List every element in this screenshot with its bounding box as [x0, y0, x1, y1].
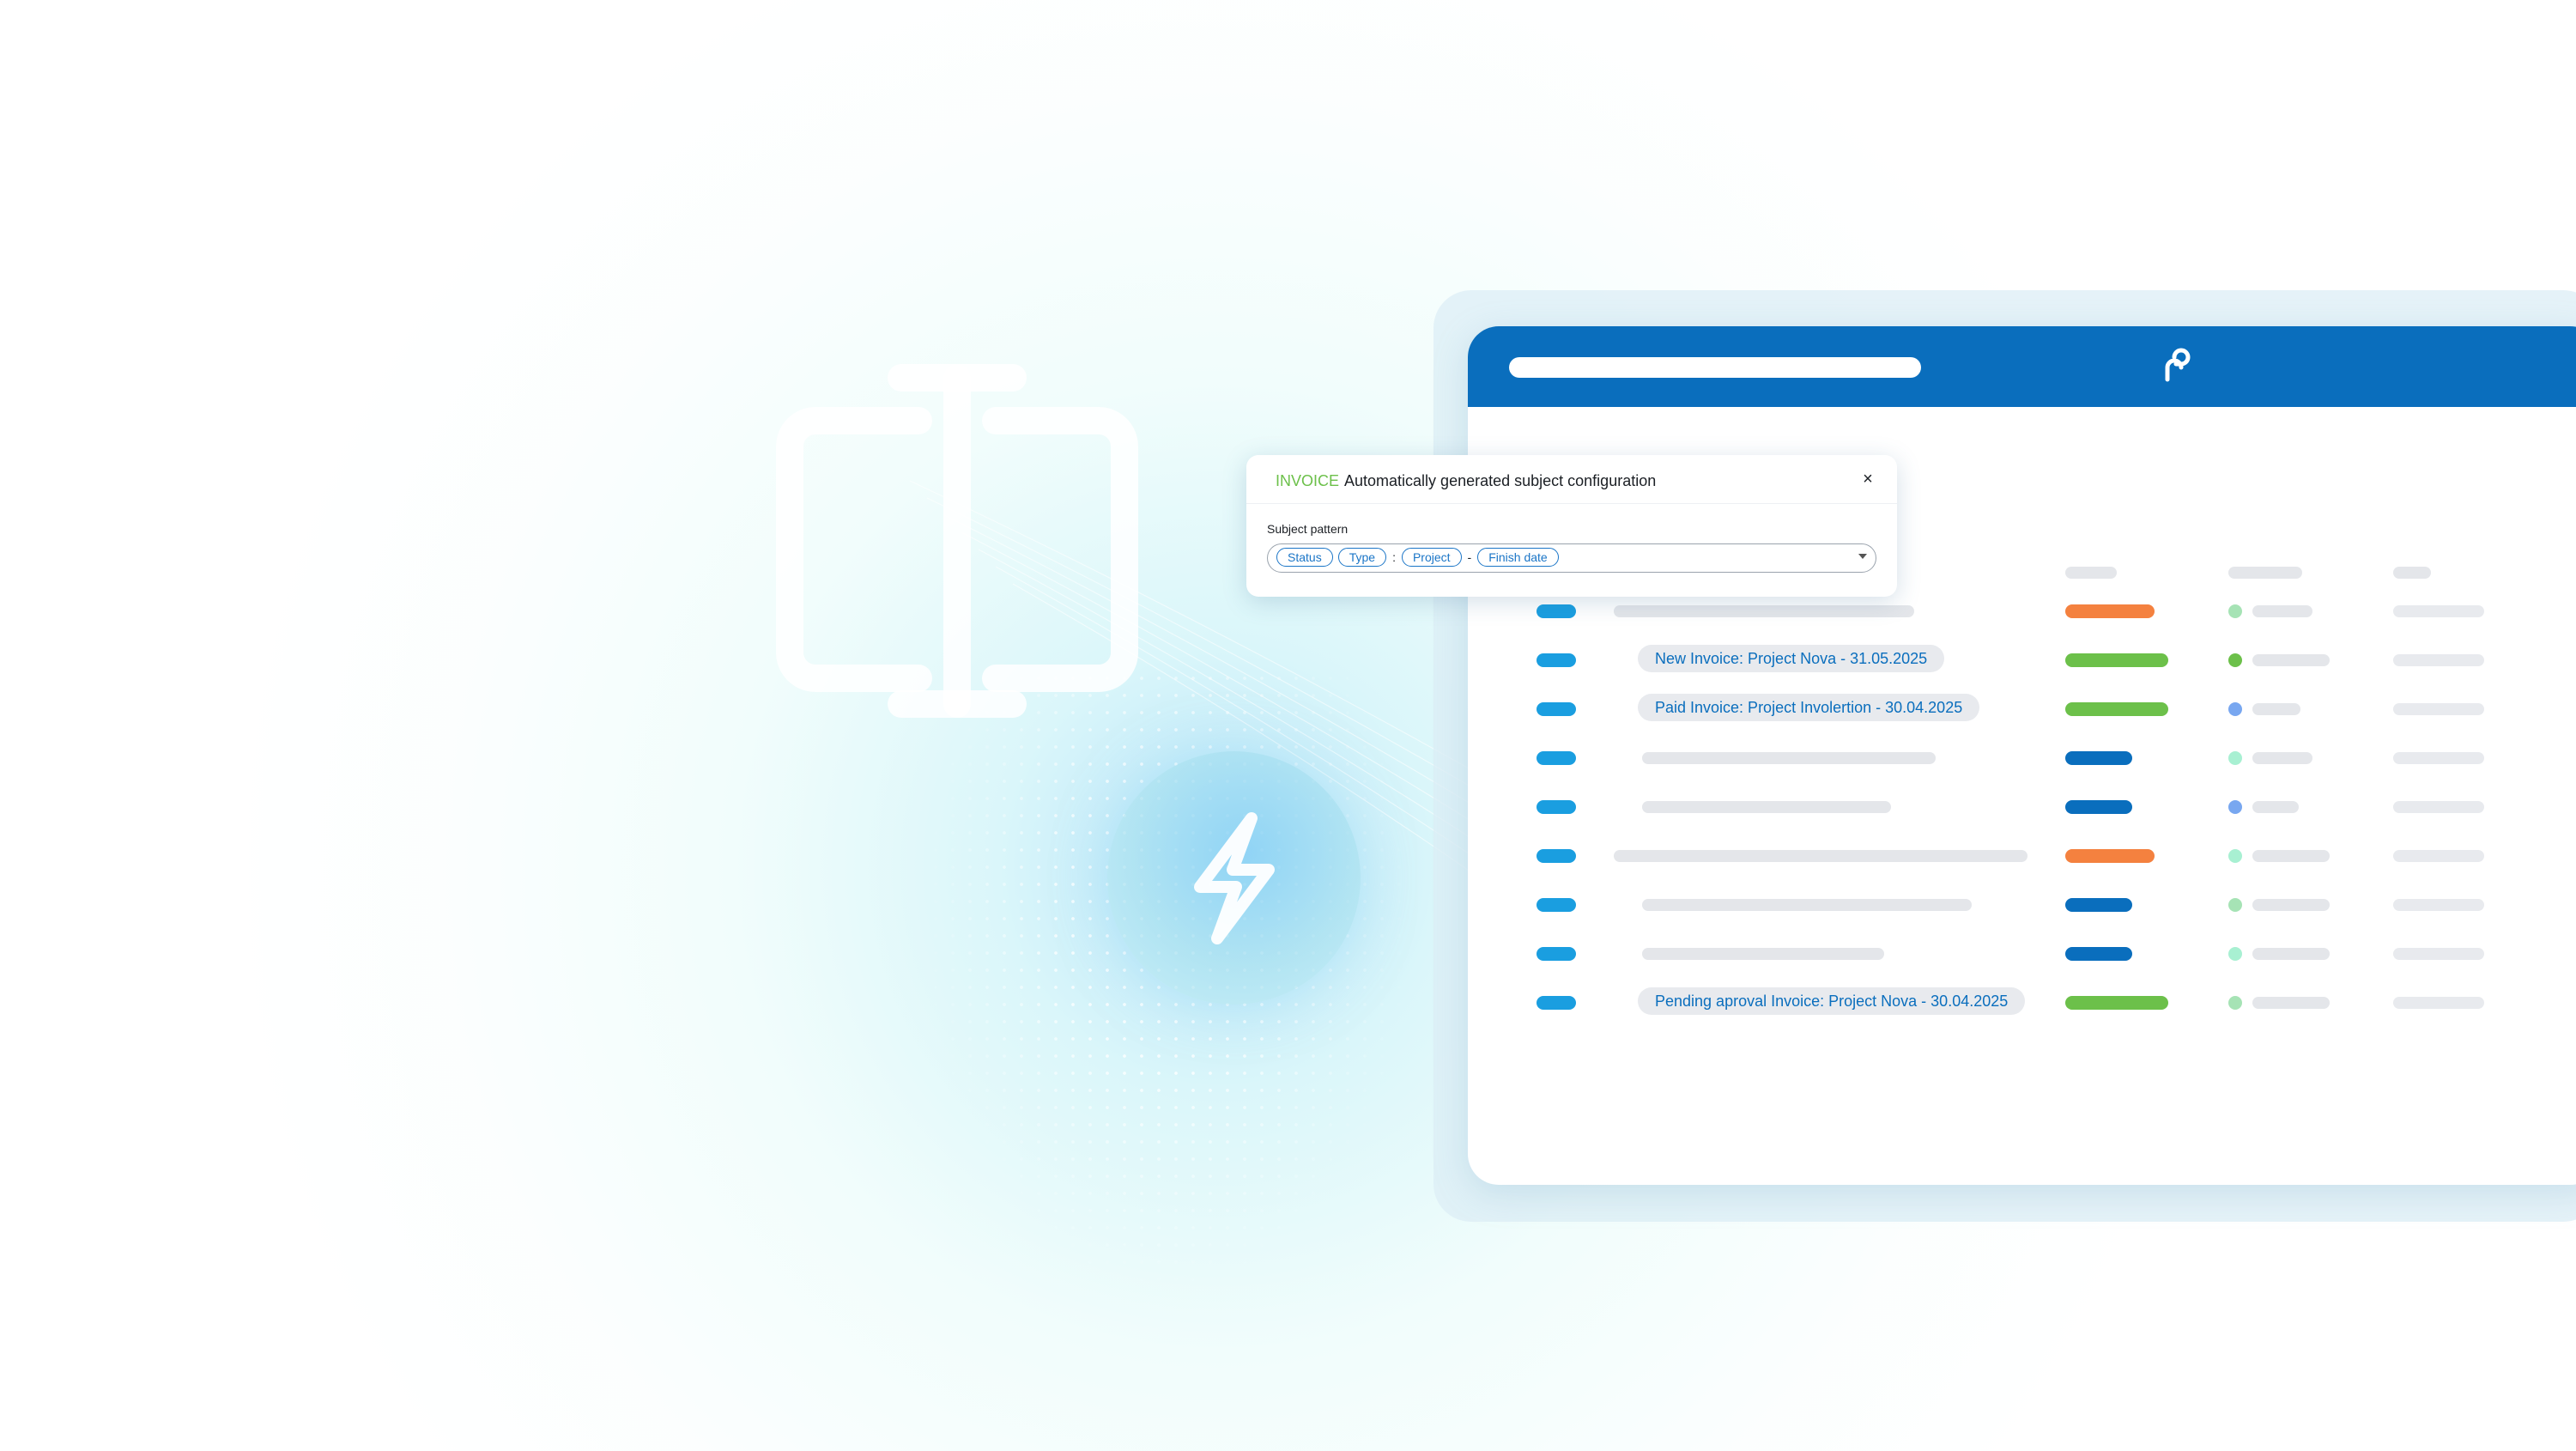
row-status-bar	[2065, 604, 2155, 618]
row-subject[interactable]: Pending aproval Invoice: Project Nova - …	[1638, 987, 2026, 1015]
row-subject-placeholder	[1642, 801, 1891, 813]
title-placeholder	[1509, 357, 1921, 378]
row-status-bar	[2065, 653, 2168, 667]
row-type-tag	[1537, 751, 1576, 765]
modal-divider	[1246, 503, 1897, 504]
row-subject-placeholder	[1614, 850, 2027, 862]
row-state-placeholder	[2252, 850, 2330, 862]
row-date-placeholder	[2393, 703, 2484, 715]
table-row[interactable]	[1468, 839, 2576, 873]
row-type-tag	[1537, 702, 1576, 716]
chevron-down-icon[interactable]	[1858, 554, 1867, 559]
row-state-placeholder	[2252, 997, 2330, 1009]
subject-config-modal: INVOICE Automatically generated subject c…	[1246, 455, 1897, 597]
row-type-tag	[1537, 604, 1576, 618]
row-status-bar	[2065, 996, 2168, 1010]
row-type-tag	[1537, 653, 1576, 667]
row-status-bar	[2065, 800, 2132, 814]
subject-pattern-select[interactable]: Status Type : Project - Finish date	[1267, 543, 1876, 573]
lightning-bolt-icon	[1193, 811, 1275, 944]
row-date-placeholder	[2393, 605, 2484, 617]
table-row[interactable]: New Invoice: Project Nova - 31.05.2025	[1468, 643, 2576, 677]
subject-pattern-label: Subject pattern	[1267, 522, 1349, 536]
row-state-placeholder	[2252, 605, 2312, 617]
row-date-placeholder	[2393, 850, 2484, 862]
pattern-tokens: Status Type : Project - Finish date	[1276, 548, 1559, 567]
row-date-placeholder	[2393, 948, 2484, 960]
hero-scene: New Invoice: Project Nova - 31.05.2025 Pa…	[0, 0, 2576, 1451]
row-subject-placeholder	[1642, 899, 1972, 911]
token-finish-date[interactable]: Finish date	[1477, 548, 1559, 567]
table-row[interactable]	[1468, 741, 2576, 775]
row-state-placeholder	[2252, 801, 2299, 813]
modal-title: INVOICE Automatically generated subject c…	[1276, 472, 1656, 490]
row-status-dot	[2228, 898, 2242, 912]
column-header-status	[2065, 567, 2117, 579]
column-header-date	[2393, 567, 2431, 579]
link-logo-icon[interactable]	[2152, 345, 2195, 388]
table-row[interactable]: Paid Invoice: Project Involertion - 30.0…	[1468, 692, 2576, 726]
row-status-dot	[2228, 653, 2242, 667]
modal-kind-label: INVOICE	[1276, 472, 1340, 489]
row-status-dot	[2228, 947, 2242, 961]
row-status-bar	[2065, 751, 2132, 765]
text-cursor-icon	[776, 364, 1138, 718]
row-type-tag	[1537, 996, 1576, 1010]
row-status-bar	[2065, 898, 2132, 912]
row-status-dot	[2228, 800, 2242, 814]
row-state-placeholder	[2252, 654, 2330, 666]
row-state-placeholder	[2252, 899, 2330, 911]
row-state-placeholder	[2252, 948, 2330, 960]
row-subject-placeholder	[1642, 752, 1936, 764]
row-status-bar	[2065, 947, 2132, 961]
table-row[interactable]: Pending aproval Invoice: Project Nova - …	[1468, 986, 2576, 1020]
token-status[interactable]: Status	[1276, 548, 1333, 567]
row-date-placeholder	[2393, 997, 2484, 1009]
row-type-tag	[1537, 849, 1576, 863]
row-state-placeholder	[2252, 703, 2300, 715]
table-row[interactable]	[1468, 888, 2576, 922]
table-row[interactable]	[1468, 790, 2576, 824]
separator-dash: -	[1467, 550, 1472, 564]
row-date-placeholder	[2393, 752, 2484, 764]
row-status-dot	[2228, 849, 2242, 863]
row-type-tag	[1537, 947, 1576, 961]
row-date-placeholder	[2393, 801, 2484, 813]
row-type-tag	[1537, 800, 1576, 814]
modal-title-text: Automatically generated subject configur…	[1344, 472, 1657, 489]
row-subject-placeholder	[1614, 605, 1914, 617]
column-header-state	[2228, 567, 2302, 579]
row-status-dot	[2228, 751, 2242, 765]
app-header	[1468, 326, 2576, 407]
token-project[interactable]: Project	[1401, 548, 1462, 567]
token-type[interactable]: Type	[1337, 548, 1387, 567]
row-subject[interactable]: Paid Invoice: Project Involertion - 30.0…	[1638, 694, 1980, 721]
close-icon[interactable]: ×	[1858, 469, 1878, 489]
row-subject[interactable]: New Invoice: Project Nova - 31.05.2025	[1638, 645, 1945, 672]
row-type-tag	[1537, 898, 1576, 912]
row-status-dot	[2228, 702, 2242, 716]
separator-colon: :	[1392, 550, 1396, 564]
row-status-dot	[2228, 604, 2242, 618]
row-state-placeholder	[2252, 752, 2312, 764]
row-date-placeholder	[2393, 899, 2484, 911]
row-status-bar	[2065, 702, 2168, 716]
row-date-placeholder	[2393, 654, 2484, 666]
table-row[interactable]	[1468, 594, 2576, 628]
row-subject-placeholder	[1642, 948, 1884, 960]
lightning-badge	[1107, 751, 1361, 1005]
table-row[interactable]	[1468, 937, 2576, 971]
row-status-dot	[2228, 996, 2242, 1010]
row-status-bar	[2065, 849, 2155, 863]
